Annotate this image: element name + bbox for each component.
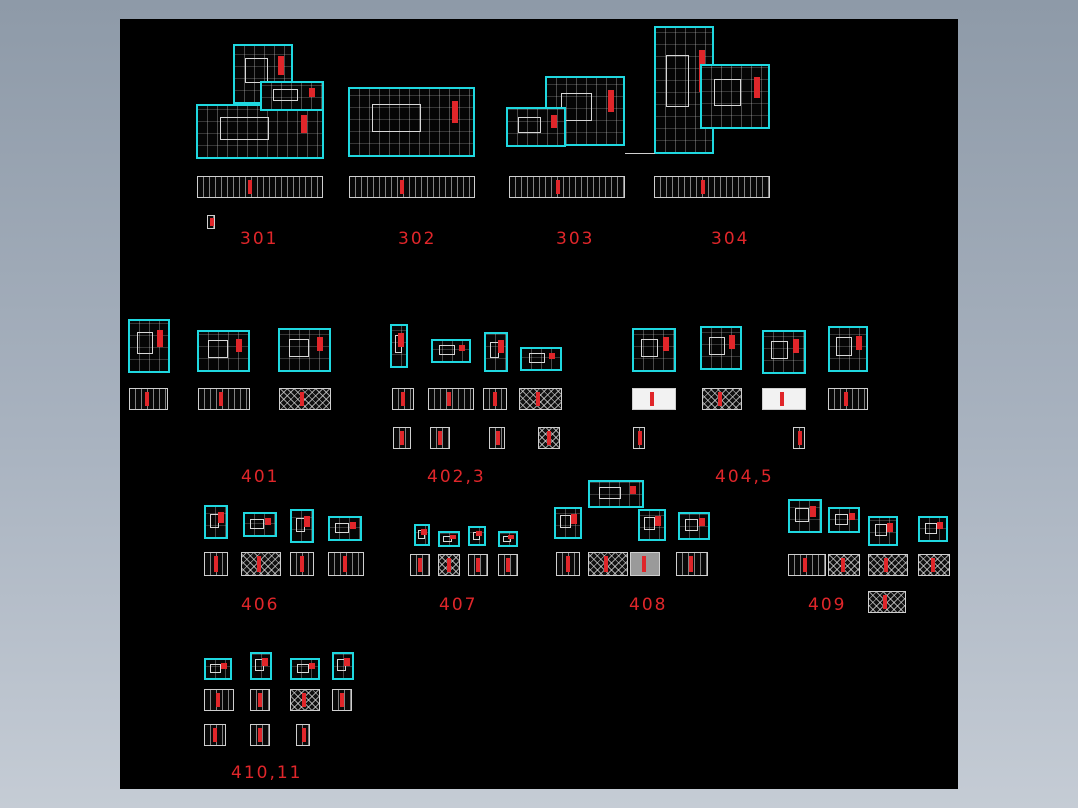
- floor-plan: [700, 326, 742, 370]
- drawing-label: 402,3: [427, 467, 486, 487]
- elevation-strip: [588, 552, 628, 576]
- elevation-strip: [392, 388, 414, 410]
- elevation-strip: [483, 388, 507, 410]
- drawing-label: 409: [808, 595, 847, 615]
- drawing-label: 407: [439, 595, 478, 615]
- detail-block: [250, 724, 270, 746]
- detail-block: [633, 427, 645, 449]
- elevation-strip: [468, 554, 488, 576]
- floor-plan: [438, 531, 460, 547]
- connector-line: [625, 153, 655, 154]
- floor-plan: [498, 531, 518, 547]
- elevation-strip: [918, 554, 950, 576]
- floor-plan: [506, 107, 566, 147]
- detail-block: [538, 427, 560, 449]
- floor-plan: [250, 652, 272, 680]
- elevation-strip: [632, 388, 676, 410]
- detail-block: [207, 215, 215, 229]
- elevation-strip: [332, 689, 352, 711]
- floor-plan: [632, 328, 676, 372]
- elevation-strip: [197, 176, 323, 198]
- elevation-strip: [828, 388, 868, 410]
- floor-plan: [828, 507, 860, 533]
- drawing-label: 408: [629, 595, 668, 615]
- floor-plan: [196, 104, 324, 159]
- detail-block: [204, 724, 226, 746]
- detail-block: [868, 591, 906, 613]
- drawing-label: 304: [711, 229, 750, 249]
- elevation-strip: [290, 552, 314, 576]
- elevation-strip: [509, 176, 625, 198]
- floor-plan: [700, 64, 770, 129]
- floor-plan: [197, 330, 250, 372]
- drawing-label: 302: [398, 229, 437, 249]
- floor-plan: [390, 324, 408, 368]
- drawing-label: 404,5: [715, 467, 774, 487]
- elevation-strip: [241, 552, 281, 576]
- elevation-strip: [438, 554, 460, 576]
- floor-plan: [520, 347, 562, 371]
- elevation-strip: [428, 388, 474, 410]
- floor-plan: [243, 512, 277, 537]
- floor-plan: [638, 509, 666, 541]
- elevation-strip: [788, 554, 826, 576]
- drawing-label: 301: [240, 229, 279, 249]
- elevation-strip: [279, 388, 331, 410]
- floor-plan: [918, 516, 948, 542]
- detail-block: [489, 427, 505, 449]
- floor-plan: [588, 480, 644, 508]
- drawing-label: 406: [241, 595, 280, 615]
- detail-block: [393, 427, 411, 449]
- elevation-strip: [702, 388, 742, 410]
- floor-plan: [414, 524, 430, 546]
- floor-plan: [788, 499, 822, 533]
- floor-plan: [484, 332, 508, 372]
- floor-plan: [868, 516, 898, 546]
- elevation-strip: [290, 689, 320, 711]
- elevation-strip: [868, 554, 908, 576]
- elevation-strip: [328, 552, 364, 576]
- elevation-strip: [828, 554, 860, 576]
- floor-plan: [128, 319, 170, 373]
- elevation-strip: [630, 552, 660, 576]
- floor-plan: [332, 652, 354, 680]
- floor-plan: [828, 326, 868, 372]
- elevation-strip: [204, 552, 228, 576]
- detail-block: [430, 427, 450, 449]
- floor-plan: [204, 505, 228, 539]
- detail-block: [296, 724, 310, 746]
- elevation-strip: [762, 388, 806, 410]
- elevation-strip: [676, 552, 708, 576]
- elevation-strip: [654, 176, 770, 198]
- elevation-strip: [129, 388, 168, 410]
- floor-plan: [468, 526, 486, 546]
- floor-plan: [290, 658, 320, 680]
- drawing-label: 401: [241, 467, 280, 487]
- floor-plan: [554, 507, 582, 539]
- floor-plan: [431, 339, 471, 363]
- floor-plan: [204, 658, 232, 680]
- drawing-label: 410,11: [231, 763, 303, 783]
- elevation-strip: [410, 554, 430, 576]
- elevation-strip: [204, 689, 234, 711]
- floor-plan: [678, 512, 710, 540]
- floor-plan: [278, 328, 331, 372]
- elevation-strip: [198, 388, 250, 410]
- drawing-canvas: 301 302 303 304 401 402,3 404,5 406 407 …: [120, 19, 958, 789]
- elevation-strip: [250, 689, 270, 711]
- elevation-strip: [519, 388, 562, 410]
- detail-block: [793, 427, 805, 449]
- floor-plan: [348, 87, 475, 157]
- floor-plan: [328, 516, 362, 541]
- floor-plan: [260, 81, 324, 111]
- elevation-strip: [556, 552, 580, 576]
- floor-plan: [290, 509, 314, 543]
- floor-plan: [762, 330, 806, 374]
- elevation-strip: [498, 554, 518, 576]
- drawing-label: 303: [556, 229, 595, 249]
- elevation-strip: [349, 176, 475, 198]
